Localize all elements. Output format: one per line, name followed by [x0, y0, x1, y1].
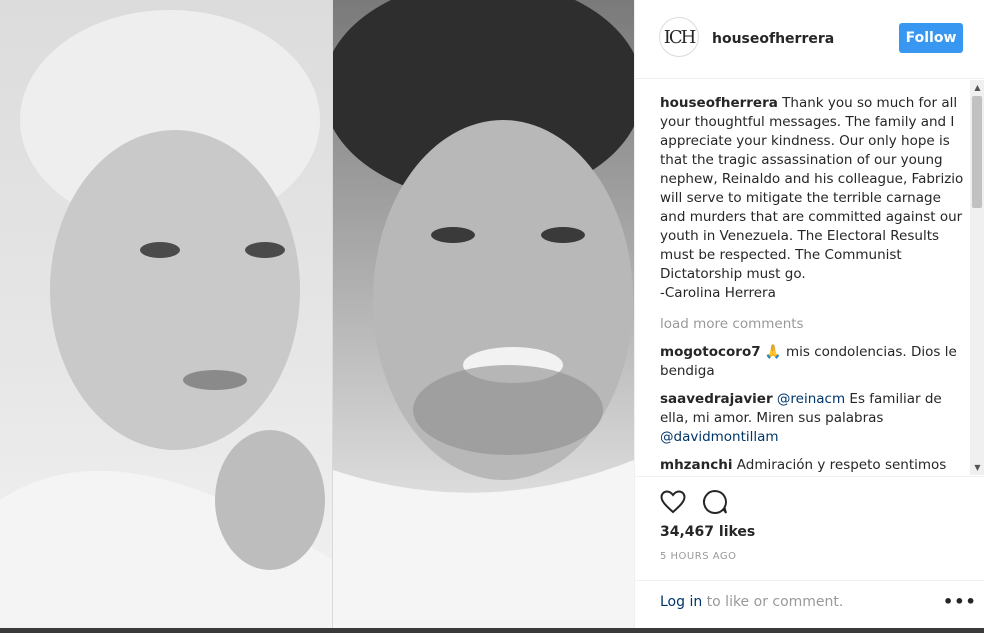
list-item: mhzanchi Admiración y respeto sentimos t… — [660, 456, 965, 476]
comment-username[interactable]: mhzanchi — [660, 457, 733, 473]
portrait-man-illustration — [323, 0, 634, 630]
post-actions — [659, 488, 729, 516]
divider — [635, 580, 984, 581]
caption-text: Thank you so much for all your thoughtfu… — [660, 95, 964, 282]
login-prompt-text: to like or comment. — [702, 594, 844, 610]
post-header: ICH houseofherrera Follow — [635, 0, 984, 79]
likes-count[interactable]: 34,467 likes — [660, 524, 755, 540]
comment-username[interactable]: mogotocoro7 — [660, 344, 761, 360]
login-prompt: Log in to like or comment. — [660, 594, 843, 610]
comment-mention[interactable]: @davidmontillam — [660, 429, 779, 445]
window-bottom-edge — [0, 628, 984, 633]
photo-portrait-right — [323, 0, 634, 630]
load-more-comments-link[interactable]: load more comments — [660, 315, 965, 334]
caption: houseofherrera Thank you so much for all… — [660, 94, 965, 303]
photo-portrait-left — [0, 0, 332, 630]
comments-scrollbar[interactable]: ▲ ▼ — [970, 80, 984, 475]
login-link[interactable]: Log in — [660, 594, 702, 610]
scrollbar-thumb[interactable] — [972, 96, 982, 208]
post-username[interactable]: houseofherrera — [712, 31, 834, 47]
divider — [635, 476, 984, 477]
caption-signature: -Carolina Herrera — [660, 285, 776, 301]
heart-icon[interactable] — [659, 488, 687, 516]
list-item: saavedrajavier @reinacm Es familiar de e… — [660, 390, 965, 447]
comment-icon[interactable] — [701, 488, 729, 516]
comment-username[interactable]: saavedrajavier — [660, 391, 773, 407]
post-photo[interactable] — [0, 0, 634, 630]
list-item: mogotocoro7 🙏 mis condolencias. Dios le … — [660, 343, 965, 381]
scroll-up-icon[interactable]: ▲ — [970, 80, 984, 95]
scroll-down-icon[interactable]: ▼ — [970, 460, 984, 475]
caption-username[interactable]: houseofherrera — [660, 95, 778, 111]
comment-mention[interactable]: @reinacm — [777, 391, 845, 407]
more-options-icon[interactable]: ••• — [943, 592, 977, 611]
portrait-woman-illustration — [0, 10, 332, 630]
follow-button[interactable]: Follow — [899, 23, 963, 53]
post-timestamp: 5 HOURS AGO — [660, 551, 737, 562]
avatar[interactable]: ICH — [659, 17, 699, 57]
post-side-panel: ICH houseofherrera Follow houseofherrera… — [634, 0, 984, 628]
comments-list[interactable]: houseofherrera Thank you so much for all… — [660, 94, 965, 476]
